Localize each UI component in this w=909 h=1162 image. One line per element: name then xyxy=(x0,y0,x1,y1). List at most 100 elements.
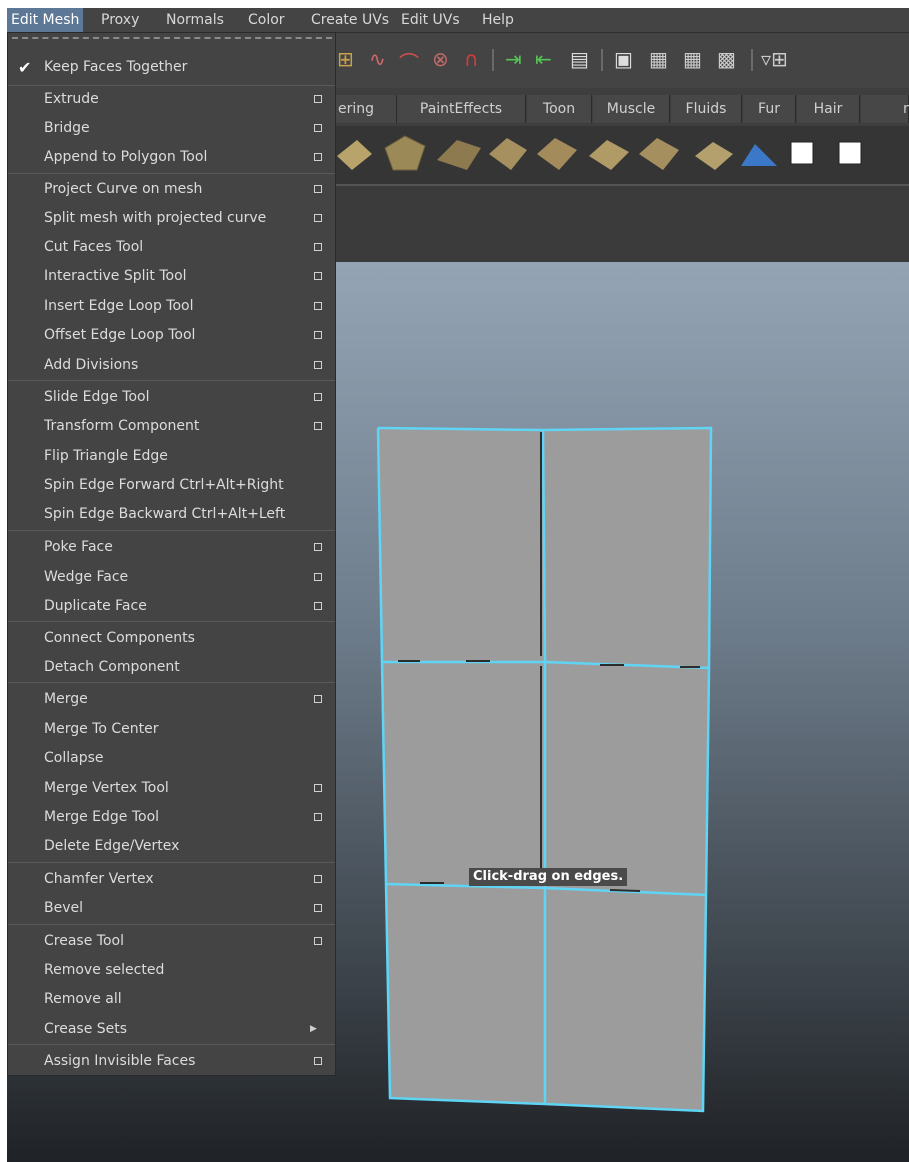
option-box-icon[interactable] xyxy=(314,1057,322,1065)
edit-mesh-menu: ✔ Keep Faces Together Extrude Bridge App… xyxy=(7,32,336,1076)
menu-item-flip-triangle-edge[interactable]: Flip Triangle Edge xyxy=(8,442,335,471)
menu-item-label: Merge xyxy=(44,691,88,707)
menu-divider xyxy=(8,173,335,174)
menu-item-duplicate-face[interactable]: Duplicate Face xyxy=(8,592,335,621)
menu-item-connect-components[interactable]: Connect Components xyxy=(8,624,335,653)
menu-divider xyxy=(8,1044,335,1045)
menu-item-label: Delete Edge/Vertex xyxy=(44,838,180,854)
menu-item-merge[interactable]: Merge xyxy=(8,685,335,714)
option-box-icon[interactable] xyxy=(314,937,322,945)
menu-item-label: Spin Edge Forward Ctrl+Alt+Right xyxy=(44,477,284,493)
menu-item-label: Slide Edge Tool xyxy=(44,389,150,405)
mesh-face xyxy=(545,662,709,895)
menu-tearoff-line[interactable] xyxy=(12,37,332,39)
menu-item-label: Duplicate Face xyxy=(44,598,147,614)
menu-item-remove-all[interactable]: Remove all xyxy=(8,985,335,1014)
checkmark-icon: ✔ xyxy=(18,58,32,77)
option-box-icon[interactable] xyxy=(314,272,322,280)
menu-item-remove-selected[interactable]: Remove selected xyxy=(8,956,335,985)
menu-item-label: Wedge Face xyxy=(44,569,129,585)
option-box-icon[interactable] xyxy=(314,393,322,401)
menu-item-crease-sets[interactable]: Crease Sets ▶ xyxy=(8,1015,335,1044)
menu-item-merge-vertex-tool[interactable]: Merge Vertex Tool xyxy=(8,774,335,803)
option-box-icon[interactable] xyxy=(314,904,322,912)
menu-divider xyxy=(8,924,335,925)
menu-item-label: Spin Edge Backward Ctrl+Alt+Left xyxy=(44,506,286,522)
option-box-icon[interactable] xyxy=(314,573,322,581)
menu-item-transform-component[interactable]: Transform Component xyxy=(8,412,335,441)
menu-item-label: Poke Face xyxy=(44,539,113,555)
option-box-icon[interactable] xyxy=(314,813,322,821)
menu-item-label: Offset Edge Loop Tool xyxy=(44,327,196,343)
menu-item-split-mesh[interactable]: Split mesh with projected curve xyxy=(8,204,335,233)
menu-divider xyxy=(8,380,335,381)
menu-item-cut-faces[interactable]: Cut Faces Tool xyxy=(8,233,335,262)
menu-item-label: Detach Component xyxy=(44,659,180,675)
mesh-face xyxy=(543,428,711,668)
option-box-icon[interactable] xyxy=(314,331,322,339)
menu-item-assign-invisible-faces[interactable]: Assign Invisible Faces xyxy=(8,1047,335,1076)
menu-item-wedge-face[interactable]: Wedge Face xyxy=(8,563,335,592)
menu-item-bridge[interactable]: Bridge xyxy=(8,114,335,143)
option-box-icon[interactable] xyxy=(314,695,322,703)
option-box-icon[interactable] xyxy=(314,302,322,310)
option-box-icon[interactable] xyxy=(314,95,322,103)
menu-item-label: Bridge xyxy=(44,120,90,136)
option-box-icon[interactable] xyxy=(314,543,322,551)
menu-divider xyxy=(8,862,335,863)
option-box-icon[interactable] xyxy=(314,153,322,161)
menu-item-spin-edge-backward[interactable]: Spin Edge Backward Ctrl+Alt+Left xyxy=(8,500,335,529)
menu-item-spin-edge-forward[interactable]: Spin Edge Forward Ctrl+Alt+Right xyxy=(8,471,335,500)
option-box-icon[interactable] xyxy=(314,361,322,369)
menu-item-keep-faces-together[interactable]: ✔ Keep Faces Together xyxy=(8,53,335,82)
menu-item-label: Connect Components xyxy=(44,630,195,646)
menu-item-extrude[interactable]: Extrude xyxy=(8,85,335,114)
option-box-icon[interactable] xyxy=(314,602,322,610)
menu-item-crease-tool[interactable]: Crease Tool xyxy=(8,927,335,956)
menu-item-detach-component[interactable]: Detach Component xyxy=(8,653,335,682)
menu-item-label: Crease Tool xyxy=(44,933,124,949)
menu-item-collapse[interactable]: Collapse xyxy=(8,744,335,773)
option-box-icon[interactable] xyxy=(314,185,322,193)
menu-item-offset-edge-loop[interactable]: Offset Edge Loop Tool xyxy=(8,321,335,350)
menu-item-bevel[interactable]: Bevel xyxy=(8,894,335,923)
menu-item-delete-edge-vertex[interactable]: Delete Edge/Vertex xyxy=(8,832,335,861)
menu-item-append-to-polygon[interactable]: Append to Polygon Tool xyxy=(8,143,335,172)
option-box-icon[interactable] xyxy=(314,784,322,792)
menu-item-label: Interactive Split Tool xyxy=(44,268,187,284)
menu-item-label: Merge To Center xyxy=(44,721,159,737)
submenu-arrow-icon: ▶ xyxy=(310,1024,317,1034)
option-box-icon[interactable] xyxy=(314,214,322,222)
menu-item-label: Remove all xyxy=(44,991,122,1007)
mesh-dark-edge-mark xyxy=(609,889,641,892)
menu-item-label: Bevel xyxy=(44,900,84,916)
menu-divider xyxy=(8,682,335,683)
menu-item-label: Assign Invisible Faces xyxy=(44,1053,196,1069)
menu-item-project-curve[interactable]: Project Curve on mesh xyxy=(8,175,335,204)
menu-item-add-divisions[interactable]: Add Divisions xyxy=(8,351,335,380)
menu-item-label: Extrude xyxy=(44,91,99,107)
menu-item-interactive-split[interactable]: Interactive Split Tool xyxy=(8,262,335,291)
option-box-icon[interactable] xyxy=(314,422,322,430)
menu-item-label: Remove selected xyxy=(44,962,165,978)
menu-item-label: Split mesh with projected curve xyxy=(44,210,267,226)
menu-item-merge-edge-tool[interactable]: Merge Edge Tool xyxy=(8,803,335,832)
menu-item-merge-to-center[interactable]: Merge To Center xyxy=(8,715,335,744)
menu-item-chamfer-vertex[interactable]: Chamfer Vertex xyxy=(8,865,335,894)
menu-item-label: Merge Vertex Tool xyxy=(44,780,169,796)
menu-item-label: Flip Triangle Edge xyxy=(44,448,168,464)
menu-item-poke-face[interactable]: Poke Face xyxy=(8,533,335,562)
option-box-icon[interactable] xyxy=(314,124,322,132)
menu-item-label: Cut Faces Tool xyxy=(44,239,144,255)
mesh-face xyxy=(378,428,545,662)
viewport-help-tooltip: Click-drag on edges. xyxy=(469,868,628,886)
mesh-face xyxy=(545,888,706,1111)
menu-item-label: Chamfer Vertex xyxy=(44,871,154,887)
menu-item-label: Append to Polygon Tool xyxy=(44,149,208,165)
option-box-icon[interactable] xyxy=(314,875,322,883)
menu-item-label: Insert Edge Loop Tool xyxy=(44,298,194,314)
option-box-icon[interactable] xyxy=(314,243,322,251)
menu-item-label: Transform Component xyxy=(44,418,200,434)
menu-item-slide-edge[interactable]: Slide Edge Tool xyxy=(8,383,335,412)
menu-item-insert-edge-loop[interactable]: Insert Edge Loop Tool xyxy=(8,292,335,321)
